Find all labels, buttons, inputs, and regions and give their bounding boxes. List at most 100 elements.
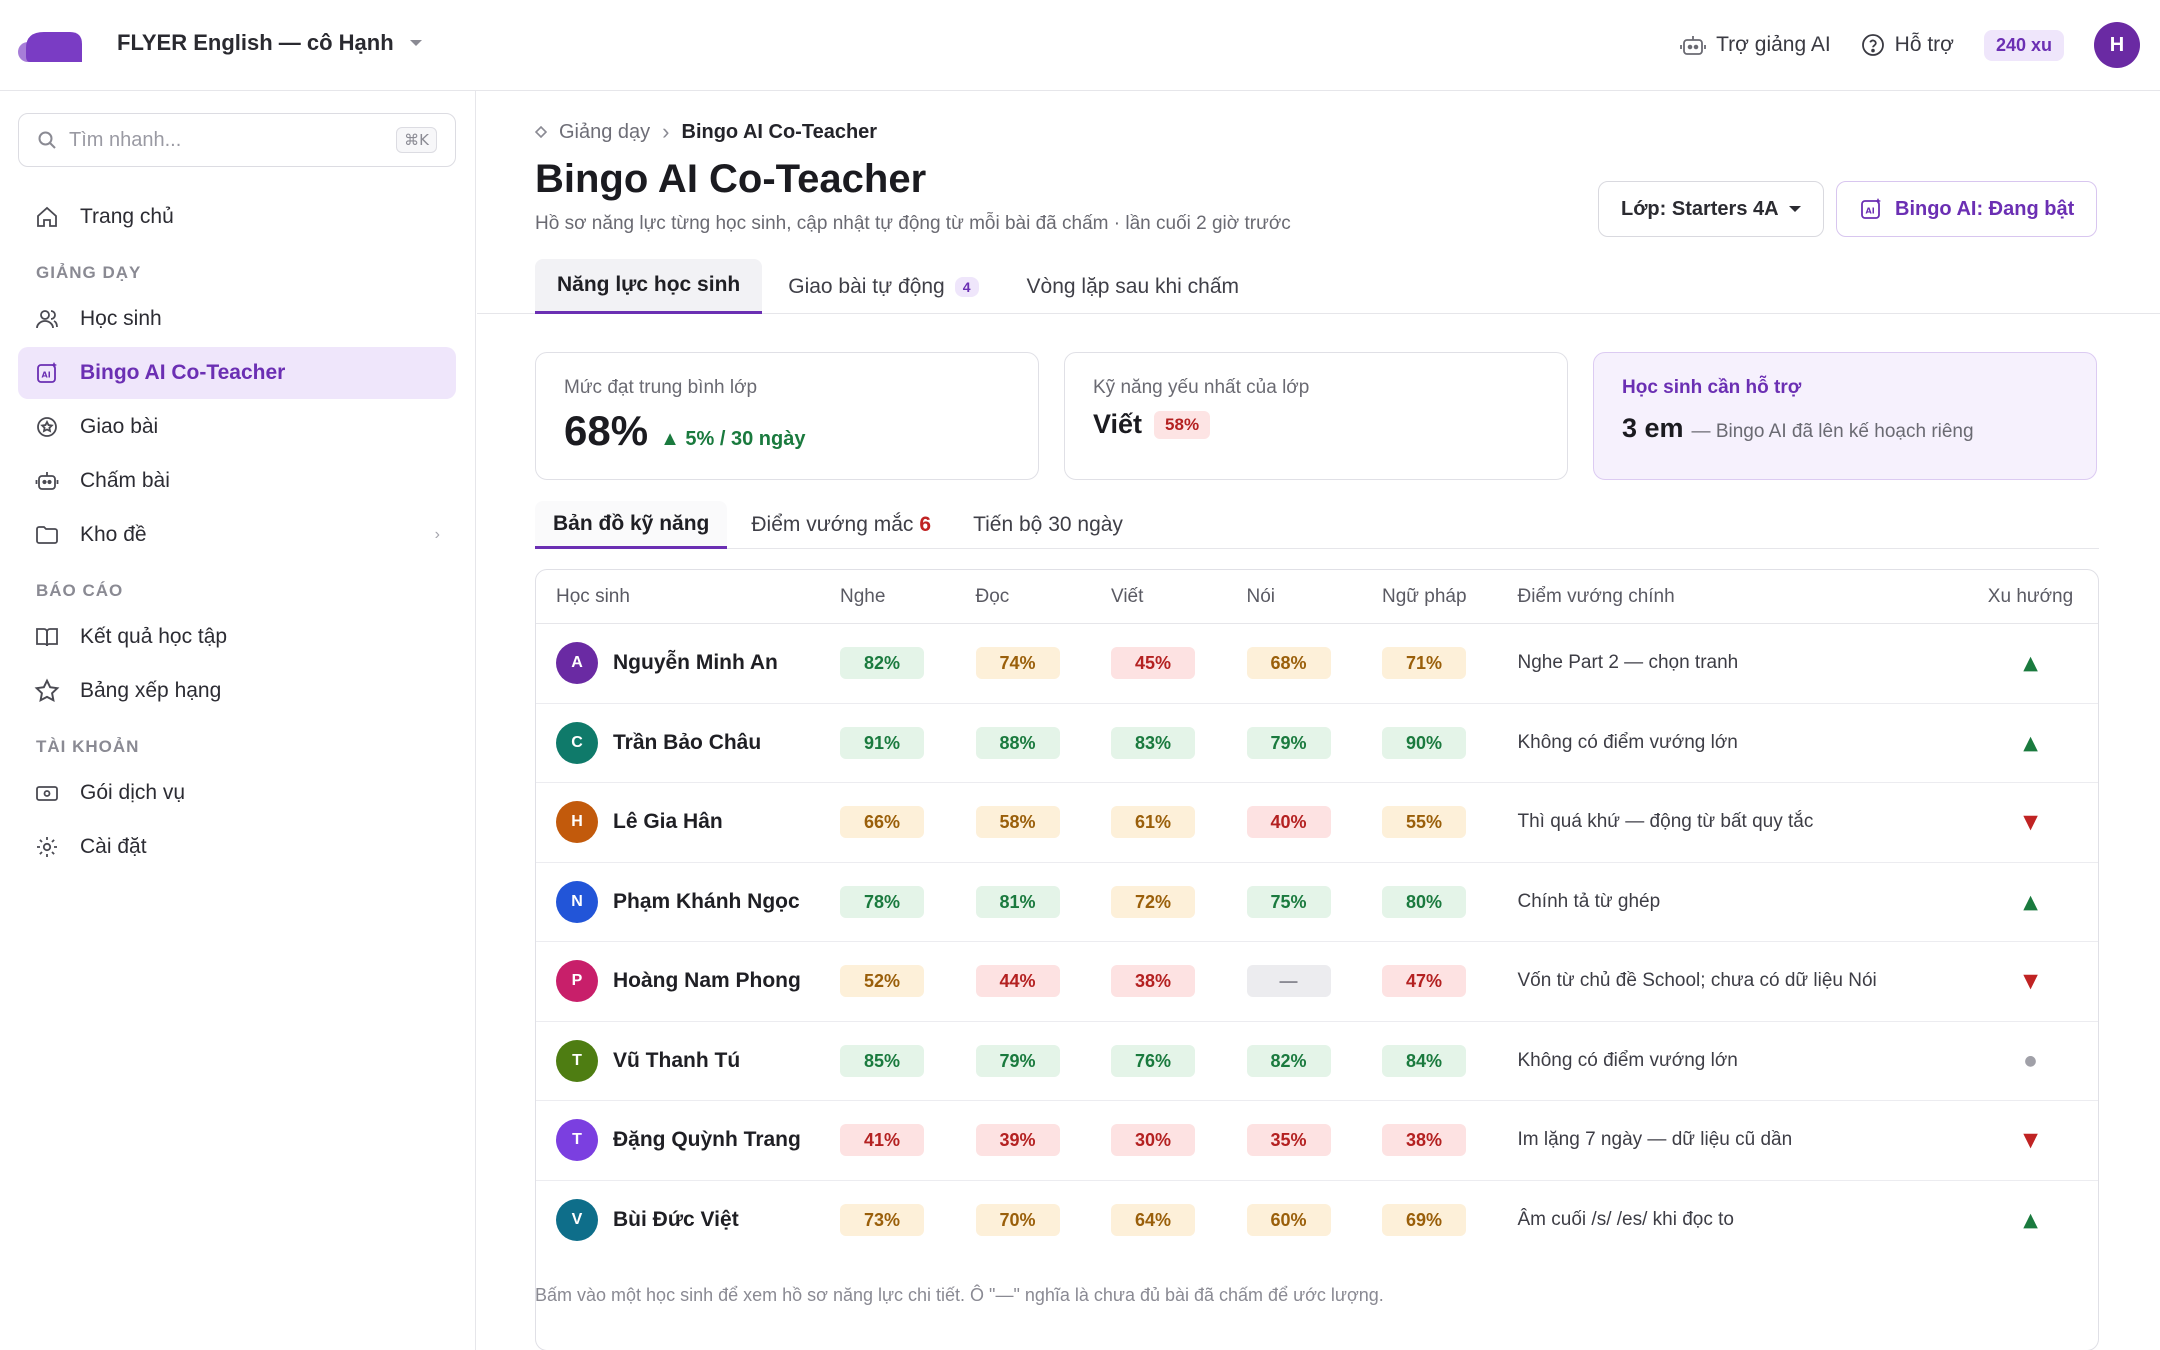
table-row[interactable]: V Bùi Đức Việt 73% 70% 64% 60% 69% Âm cuối /s/ … <box>536 1181 2098 1261</box>
student-name: Lê Gia Hân <box>613 810 723 834</box>
sidebar-item-ranking[interactable]: Bảng xếp hạng <box>18 665 456 717</box>
skill-cell: 38% <box>1111 965 1247 998</box>
student-cell: P Hoàng Nam Phong <box>536 960 840 1003</box>
student-cell: T Đặng Quỳnh Trang <box>536 1119 840 1162</box>
student-name: Hoàng Nam Phong <box>613 969 801 993</box>
skill-cell: 88% <box>975 726 1112 759</box>
sidebar-item-settings[interactable]: Cài đặt <box>18 821 456 873</box>
skill-cell: 58% <box>975 806 1112 839</box>
table-row[interactable]: A Nguyễn Minh An 82% 74% 45% 68% 71% Nghe Part … <box>536 624 2098 704</box>
subtab-label: Điểm vướng mắc <box>751 513 914 536</box>
class-select[interactable]: Lớp: Starters 4A <box>1598 181 1824 237</box>
tab-auto-assign[interactable]: Giao bài tự động 4 <box>766 259 1000 314</box>
main-issue: Thì quá khứ — động từ bất quy tắc <box>1517 811 1814 833</box>
skill-cell: 41% <box>840 1124 976 1157</box>
coin-balance-badge[interactable]: 240 xu <box>1983 29 2064 61</box>
sidebar-item-label: Trang chủ <box>80 205 174 228</box>
skill-cell: 83% <box>1111 726 1247 759</box>
student-cell: N Phạm Khánh Ngọc <box>536 880 840 923</box>
tab-student-ability[interactable]: Năng lực học sinh <box>535 259 763 314</box>
sidebar-item-bank[interactable]: Kho đề › <box>18 509 456 561</box>
issue-cell: Không có điểm vướng lớn <box>1518 1050 1964 1072</box>
skill-score: 85% <box>840 1044 924 1077</box>
users-icon <box>36 310 58 329</box>
skill-score: 69% <box>1382 1204 1466 1237</box>
tab-post-grading-loop[interactable]: Vòng lặp sau khi chấm <box>1005 259 1261 314</box>
skill-score: 35% <box>1246 1124 1331 1157</box>
table-row[interactable]: H Lê Gia Hân 66% 58% 61% 40% 55% Thì quá khứ — … <box>536 783 2098 863</box>
skill-score: 38% <box>1111 965 1195 998</box>
skill-cell: 90% <box>1382 726 1518 759</box>
workspace-switcher[interactable]: FLYER English — cô Hạnh <box>117 30 422 56</box>
student-avatar: A <box>556 642 598 685</box>
subtab-issues[interactable]: Điểm vướng mắc 6 <box>733 501 949 549</box>
ai-assistant-label: Trợ giảng AI <box>1716 33 1831 56</box>
sidebar-item-results[interactable]: Kết quả học tập <box>18 611 456 663</box>
skill-score: 55% <box>1382 806 1466 839</box>
search-icon <box>38 131 56 149</box>
student-avatar: N <box>556 880 598 923</box>
trend-cell: ▼ <box>1964 811 2098 833</box>
table-row[interactable]: T Vũ Thanh Tú 85% 79% 76% 82% 84% Không có điểm… <box>536 1022 2098 1101</box>
quick-search[interactable]: ⌘K <box>18 113 456 167</box>
sidebar-item-students[interactable]: Học sinh <box>18 293 456 345</box>
stat-card-support-needed[interactable]: Học sinh cần hỗ trợ 3 em — Bingo AI đã l… <box>1593 352 2097 480</box>
user-avatar[interactable]: H <box>2094 22 2140 68</box>
stat-cards: Mức đạt trung bình lớp 68% ▲ 5% / 30 ngà… <box>535 352 2097 480</box>
subtab-skill-map[interactable]: Bản đồ kỹ năng <box>535 501 728 549</box>
column-header: Viết <box>1111 585 1144 607</box>
student-name: Phạm Khánh Ngọc <box>613 889 800 913</box>
sidebar-item-assign[interactable]: Giao bài <box>18 401 456 453</box>
table-row[interactable]: N Phạm Khánh Ngọc 78% 81% 72% 75% 80% Chính tả … <box>536 863 2098 942</box>
trend-down-icon: ▼ <box>2023 1129 2038 1152</box>
skill-score: 61% <box>1111 806 1195 839</box>
sidebar-item-label: Kho đề <box>80 523 147 546</box>
trend-cell: ▲ <box>1964 891 2098 913</box>
tab-label: Vòng lặp sau khi chấm <box>1026 274 1239 298</box>
issue-cell: Im lặng 7 ngày — dữ liệu cũ dần <box>1518 1129 1964 1151</box>
main-issue: Không có điểm vướng lớn <box>1517 1049 1738 1071</box>
sidebar-item-label: Bingo AI Co-Teacher <box>80 361 286 384</box>
table-row[interactable]: T Đặng Quỳnh Trang 41% 39% 30% 35% 38% Im lặng … <box>536 1101 2098 1181</box>
sidebar-item-grade[interactable]: Chấm bài <box>18 455 456 507</box>
skill-score: 68% <box>1246 647 1331 680</box>
skill-score: 70% <box>975 1204 1060 1237</box>
app-logo[interactable] <box>16 28 82 62</box>
subtab-progress[interactable]: Tiến bộ 30 ngày <box>955 501 1141 549</box>
skill-cell: 68% <box>1246 647 1383 680</box>
skill-score: 52% <box>840 965 924 998</box>
trend-up-icon: ▲ <box>2023 1209 2038 1232</box>
skill-cell: 64% <box>1111 1204 1247 1237</box>
skill-cell: 80% <box>1382 885 1518 918</box>
gear-icon <box>37 837 57 857</box>
bingo-ai-toggle-button[interactable]: AI Bingo AI: Đang bật <box>1836 181 2098 237</box>
sidebar-item-label: Học sinh <box>80 307 162 330</box>
student-name: Đặng Quỳnh Trang <box>613 1128 801 1152</box>
stat-trend: ▲ 5% / 30 ngày <box>660 428 806 450</box>
table-row[interactable]: C Trần Bảo Châu 91% 88% 83% 79% 90% Không có đi… <box>536 704 2098 783</box>
issue-cell: Thì quá khứ — động từ bất quy tắc <box>1518 811 1964 833</box>
student-avatar: T <box>556 1039 598 1082</box>
shortcut-hint: ⌘K <box>396 127 437 153</box>
ai-assistant-link[interactable]: Trợ giảng AI <box>1680 33 1831 57</box>
student-cell: A Nguyễn Minh An <box>536 642 840 685</box>
trend-down-icon: ▼ <box>2023 970 2038 993</box>
main-content: Giảng dạy › Bingo AI Co-Teacher Bingo AI… <box>477 91 2160 1350</box>
skill-score: 78% <box>840 885 924 918</box>
stat-note: — Bingo AI đã lên kế hoạch riêng <box>1691 421 1974 442</box>
ai-icon: AI <box>37 362 57 383</box>
sidebar-item-home[interactable]: Trang chủ <box>18 191 456 243</box>
search-input[interactable] <box>69 128 397 152</box>
chevron-right-icon: › <box>434 526 440 543</box>
table-row[interactable]: P Hoàng Nam Phong 52% 44% 38% — 47% Vốn từ chủ … <box>536 942 2098 1022</box>
skill-score: 82% <box>840 647 924 680</box>
sidebar-item-plans[interactable]: Gói dịch vụ <box>18 767 456 819</box>
skill-score: 44% <box>975 965 1060 998</box>
sidebar-item-bingo[interactable]: AI Bingo AI Co-Teacher <box>18 347 456 399</box>
skill-cell: 69% <box>1382 1204 1518 1237</box>
sidebar-item-label: Bảng xếp hạng <box>80 679 222 702</box>
skill-cell: 78% <box>840 885 976 918</box>
breadcrumb-parent[interactable]: Giảng dạy <box>559 121 650 144</box>
support-link[interactable]: Hỗ trợ <box>1861 33 1954 57</box>
skill-score: 66% <box>840 806 924 839</box>
